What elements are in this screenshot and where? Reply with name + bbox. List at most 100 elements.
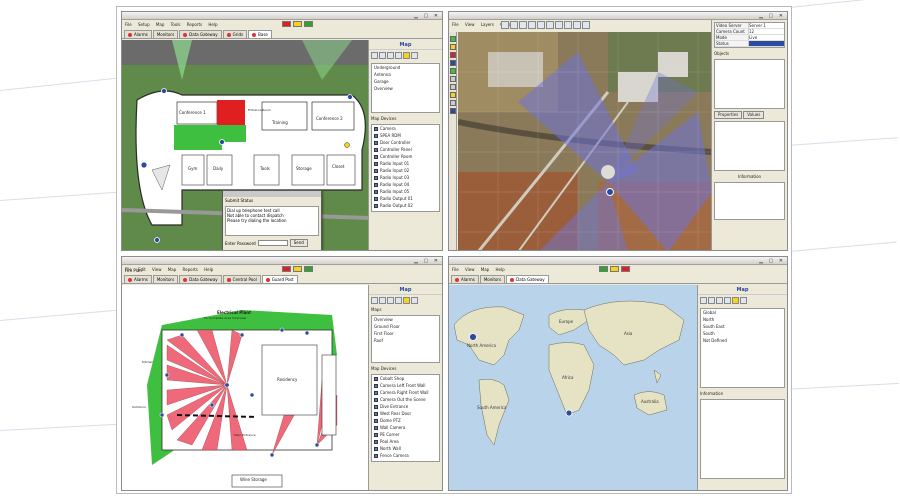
list-item[interactable]: Overview <box>372 85 439 92</box>
tab-properties[interactable]: Properties <box>714 111 743 119</box>
list-item[interactable]: First Floor <box>372 330 439 337</box>
tab-monitors[interactable]: Monitors <box>152 275 179 283</box>
menu-item[interactable]: Edit <box>138 267 146 272</box>
tree-item[interactable]: Dome PTZ <box>372 417 439 424</box>
zoom-out-icon[interactable] <box>716 297 723 304</box>
tree-item[interactable]: Radio Output 01 <box>372 195 439 202</box>
menu-item[interactable]: File <box>125 267 132 272</box>
tree-item[interactable]: Radio Input 05 <box>372 188 439 195</box>
tree-item[interactable]: Wall Camera <box>372 424 439 431</box>
tool-icon[interactable] <box>449 68 456 74</box>
grid-icon[interactable] <box>564 21 572 29</box>
measure-icon[interactable] <box>582 21 590 29</box>
zoom-out-icon[interactable] <box>528 21 536 29</box>
zoom-out-icon[interactable] <box>387 297 394 304</box>
layer-icon[interactable] <box>555 21 563 29</box>
pointer-icon[interactable] <box>371 297 378 304</box>
menu-item[interactable]: File <box>452 267 459 272</box>
property-value[interactable]: 12 <box>749 29 784 34</box>
zoom-in-icon[interactable] <box>379 52 386 59</box>
list-item[interactable]: South East <box>701 323 784 330</box>
open-icon[interactable] <box>501 21 509 29</box>
menu-item[interactable]: Map <box>156 22 164 27</box>
menu-item[interactable]: Help <box>208 22 217 27</box>
tree-item[interactable]: Fence Camera <box>372 452 439 459</box>
list-item[interactable]: Antenna <box>372 71 439 78</box>
tree-item[interactable]: Radio Input 04 <box>372 181 439 188</box>
tree-item[interactable]: Radio Output 02 <box>372 202 439 209</box>
pan-icon[interactable] <box>395 297 402 304</box>
pan-icon[interactable] <box>537 21 545 29</box>
tab-alarms[interactable]: Alarms <box>451 275 479 283</box>
window-controls[interactable]: ▁ ▢ ✕ <box>759 258 785 264</box>
pan-icon[interactable] <box>724 297 731 304</box>
tool-icon[interactable] <box>449 108 456 114</box>
tab-guard-post[interactable]: Guard Post <box>261 275 298 283</box>
tree-item[interactable]: SPEA RDM <box>372 132 439 139</box>
tree-item[interactable]: Pool Area <box>372 438 439 445</box>
menu-item[interactable]: Setup <box>138 22 150 27</box>
menu-item[interactable]: Reports <box>183 267 198 272</box>
tree-item[interactable]: PE Corner <box>372 431 439 438</box>
menu-item[interactable]: View <box>465 267 475 272</box>
tab-alarms[interactable]: Alarms <box>124 275 152 283</box>
menu-item[interactable]: View <box>152 267 162 272</box>
menu-item[interactable]: Help <box>496 267 505 272</box>
camera-icon[interactable] <box>573 21 581 29</box>
tab-alarms[interactable]: Alarms <box>124 30 152 38</box>
menu-item[interactable]: Layers <box>481 22 494 27</box>
select-icon[interactable] <box>546 21 554 29</box>
tree-item[interactable]: Controller Panel <box>372 146 439 153</box>
text-icon[interactable] <box>411 52 418 59</box>
tab-central-pool[interactable]: Central Pool <box>222 275 261 283</box>
list-item[interactable]: Global <box>701 309 784 316</box>
tab-grids[interactable]: Grids <box>222 30 248 38</box>
tree-item[interactable]: Door Controller <box>372 139 439 146</box>
menu-item[interactable]: Reports <box>187 22 202 27</box>
password-field[interactable] <box>257 240 288 246</box>
send-button[interactable]: Send <box>289 239 308 247</box>
zoom-out-icon[interactable] <box>387 52 394 59</box>
tool-icon[interactable] <box>449 100 456 106</box>
tree-item[interactable]: North Wall <box>372 445 439 452</box>
window-controls[interactable]: ▁ ▢ ✕ <box>759 13 785 19</box>
property-value[interactable]: Live <box>749 35 784 40</box>
zoom-in-icon[interactable] <box>708 297 715 304</box>
tab-monitors[interactable]: Monitors <box>152 30 179 38</box>
tree-item[interactable]: Camera Out the Scene <box>372 396 439 403</box>
list-item[interactable]: Overview <box>372 316 439 323</box>
floorplan-map[interactable]: Conference 1 Training Conference 2 Entra… <box>122 40 370 250</box>
window-controls[interactable]: ▁ ▢ ✕ <box>414 13 440 19</box>
tab-values[interactable]: Values <box>743 111 765 119</box>
list-item[interactable]: North <box>701 316 784 323</box>
list-item[interactable]: Ground Floor <box>372 323 439 330</box>
list-item[interactable]: Not Defined <box>701 337 784 344</box>
tool-icon[interactable] <box>449 84 456 90</box>
save-icon[interactable] <box>510 21 518 29</box>
menu-item[interactable]: Map <box>168 267 176 272</box>
zoom-in-icon[interactable] <box>519 21 527 29</box>
menu-item[interactable]: File <box>125 22 132 27</box>
tab-monitors[interactable]: Monitors <box>479 275 506 283</box>
draw-icon[interactable] <box>732 297 739 304</box>
tree-item[interactable]: Radio Input 03 <box>372 174 439 181</box>
pointer-icon[interactable] <box>371 52 378 59</box>
warehouse-map[interactable]: Electrical Plant PC Complete Area Overvi… <box>122 285 370 490</box>
property-value[interactable]: Server 1 <box>749 23 784 28</box>
tab-data-gateway[interactable]: Data Gateway <box>506 275 549 283</box>
tree-item[interactable]: Cobalt Shop <box>372 375 439 382</box>
tab-base[interactable]: Base <box>248 30 272 38</box>
world-map[interactable]: North America South America Europe Afric… <box>449 285 697 490</box>
tree-item[interactable]: Dive Entrance <box>372 403 439 410</box>
text-icon[interactable] <box>411 297 418 304</box>
satellite-map[interactable] <box>458 32 712 250</box>
property-value[interactable] <box>749 41 784 46</box>
zoom-in-icon[interactable] <box>379 297 386 304</box>
menu-item[interactable]: Map <box>481 267 489 272</box>
tree-item[interactable]: West Rear Door <box>372 410 439 417</box>
tab-data-gateway[interactable]: Data Gateway <box>179 30 222 38</box>
menu-item[interactable]: Tools <box>171 22 181 27</box>
tab-data-gateway[interactable]: Data Gateway <box>179 275 222 283</box>
tool-icon[interactable] <box>449 60 456 66</box>
menu-item[interactable]: View <box>465 22 475 27</box>
